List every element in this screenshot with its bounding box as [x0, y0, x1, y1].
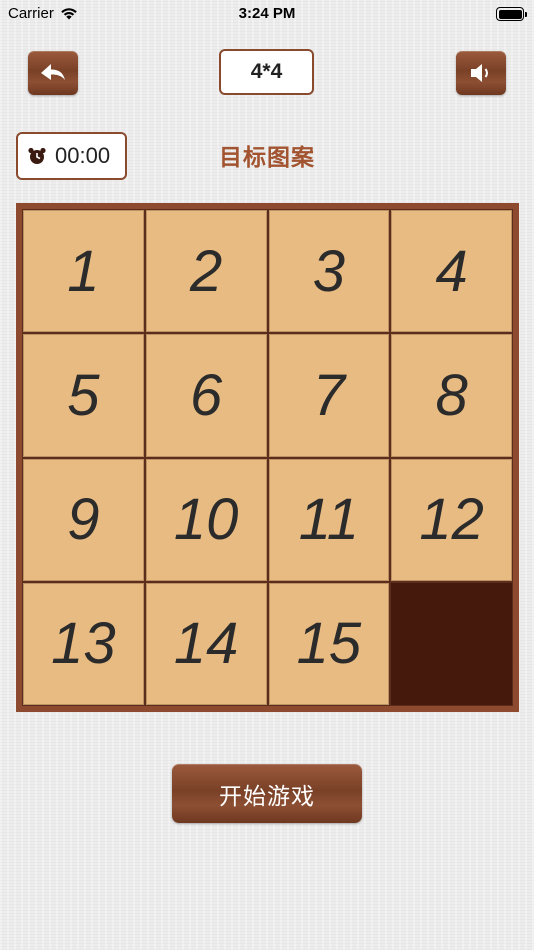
puzzle-tile[interactable]: 3 — [268, 210, 390, 333]
timer-value: 00:00 — [55, 143, 111, 168]
puzzle-tile[interactable]: 5 — [23, 334, 144, 457]
puzzle-tile[interactable]: 4 — [391, 210, 512, 333]
speaker-icon — [471, 64, 488, 82]
puzzle-grid: 1 2 3 4 5 6 7 8 9 10 11 12 13 14 15 — [22, 209, 513, 706]
puzzle-tile[interactable]: 11 — [268, 458, 390, 581]
timer-display: 00:00 — [16, 132, 127, 180]
puzzle-tile[interactable]: 14 — [145, 582, 267, 705]
status-time: 3:24 PM — [238, 5, 296, 22]
puzzle-board: 1 2 3 4 5 6 7 8 9 10 11 12 13 14 15 — [16, 203, 519, 712]
puzzle-tile[interactable]: 2 — [145, 210, 267, 333]
puzzle-tile[interactable]: 6 — [145, 334, 267, 457]
back-button[interactable] — [28, 51, 78, 95]
status-bar: Carrier 3:24 PM — [0, 0, 534, 28]
alarm-clock-icon — [28, 147, 46, 164]
puzzle-tile[interactable]: 9 — [23, 458, 144, 581]
puzzle-tile[interactable]: 13 — [23, 582, 144, 705]
start-game-label: 开始游戏 — [219, 783, 315, 810]
puzzle-tile[interactable]: 12 — [391, 458, 512, 581]
battery-icon — [496, 7, 527, 21]
puzzle-tile[interactable]: 10 — [145, 458, 267, 581]
puzzle-tile[interactable]: 15 — [268, 582, 390, 705]
empty-tile[interactable] — [391, 582, 512, 705]
grid-size-label: 4*4 — [219, 49, 314, 95]
puzzle-tile[interactable]: 7 — [268, 334, 390, 457]
puzzle-tile[interactable]: 1 — [23, 210, 144, 333]
puzzle-tile[interactable]: 8 — [391, 334, 512, 457]
undo-arrow-icon — [41, 64, 65, 80]
target-pattern-title: 目标图案 — [219, 145, 315, 171]
start-game-button[interactable]: 开始游戏 — [172, 764, 362, 823]
sound-toggle-button[interactable] — [456, 51, 506, 95]
